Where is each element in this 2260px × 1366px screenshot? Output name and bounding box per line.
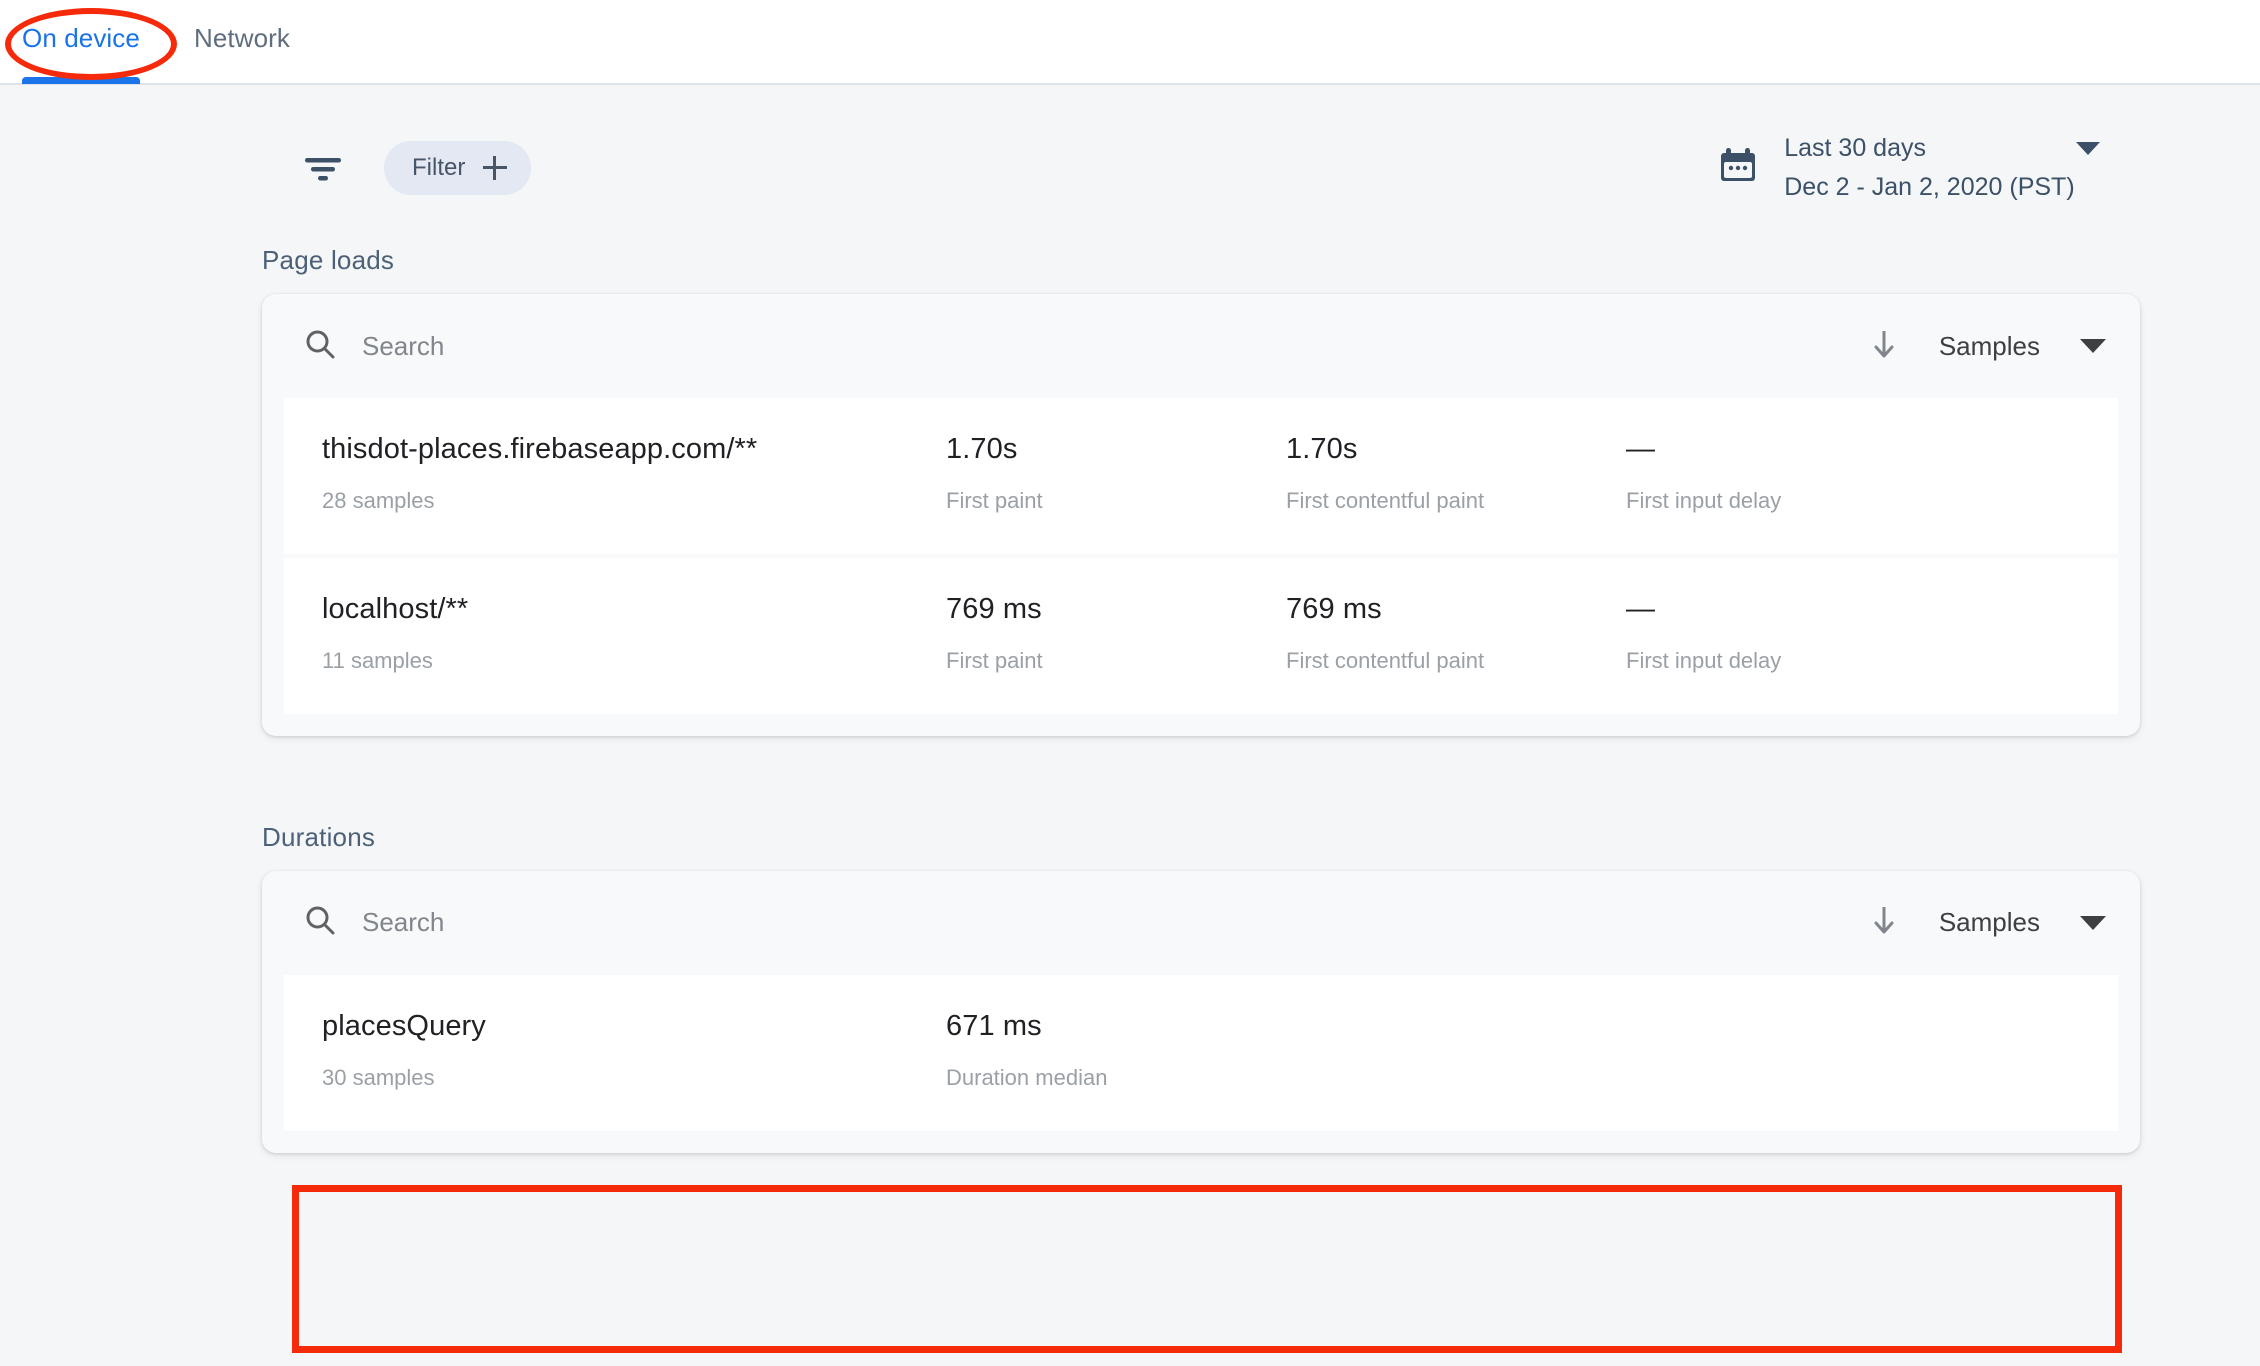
tab-on-device-label: On device bbox=[22, 23, 140, 53]
row-metric-duration-median: 671 ms Duration median bbox=[946, 1009, 1286, 1091]
toolbar-left-group: Filter bbox=[300, 141, 532, 195]
row-samples: 11 samples bbox=[322, 647, 433, 673]
plus-icon bbox=[483, 156, 508, 180]
durations-card: Samples placesQuery 30 samples 671 ms Du… bbox=[262, 870, 2140, 1153]
tab-network[interactable]: Network bbox=[162, 0, 312, 84]
durations-search[interactable] bbox=[302, 902, 1869, 943]
durations-card-header: Samples bbox=[262, 871, 2140, 975]
row-metric-first-paint: 769 ms First paint bbox=[946, 592, 1286, 674]
metric-label: First paint bbox=[946, 487, 1043, 513]
table-row[interactable]: placesQuery 30 samples 671 ms Duration m… bbox=[284, 974, 2118, 1131]
arrow-down-icon[interactable] bbox=[1869, 326, 1899, 367]
caret-down-icon[interactable] bbox=[2080, 915, 2106, 930]
row-metric-first-input-delay: — First input delay bbox=[1626, 592, 1966, 674]
metric-label: First input delay bbox=[1626, 487, 1782, 513]
calendar-icon bbox=[1716, 144, 1760, 193]
row-samples: 30 samples bbox=[322, 1064, 435, 1090]
row-metric-first-contentful-paint: 1.70s First contentful paint bbox=[1286, 433, 1626, 514]
page-loads-sort-control[interactable]: Samples bbox=[1869, 326, 2106, 367]
filter-chip-label: Filter bbox=[412, 154, 466, 181]
table-row[interactable]: thisdot-places.firebaseapp.com/** 28 sam… bbox=[284, 398, 2118, 554]
durations-sort-label: Samples bbox=[1938, 907, 2040, 938]
active-tab-indicator bbox=[22, 77, 140, 84]
section-title-durations: Durations bbox=[262, 821, 376, 852]
page-loads-rows: thisdot-places.firebaseapp.com/** 28 sam… bbox=[262, 398, 2140, 714]
row-name-cell: localhost/** 11 samples bbox=[284, 592, 946, 674]
row-name: thisdot-places.firebaseapp.com/** bbox=[322, 433, 758, 465]
metric-label: First paint bbox=[946, 647, 1043, 673]
annotation-rect-places-query bbox=[292, 1185, 2122, 1353]
row-name-cell: placesQuery 30 samples bbox=[284, 1009, 946, 1091]
chevron-down-icon[interactable] bbox=[2076, 142, 2100, 155]
tab-bar: On device Network bbox=[0, 0, 2260, 85]
search-icon bbox=[302, 326, 338, 367]
page-loads-sort-label: Samples bbox=[1938, 330, 2040, 361]
metric-value: 671 ms bbox=[946, 1009, 1042, 1042]
metric-label: First contentful paint bbox=[1286, 487, 1485, 513]
add-filter-chip[interactable]: Filter bbox=[384, 141, 532, 195]
row-name-cell: thisdot-places.firebaseapp.com/** 28 sam… bbox=[284, 433, 946, 514]
metric-value: 769 ms bbox=[1286, 592, 1382, 625]
metric-value: 1.70s bbox=[1286, 433, 1358, 465]
date-range-value: Dec 2 - Jan 2, 2020 (PST) bbox=[1784, 173, 2075, 201]
toolbar: Filter Last 30 days Dec 2 - Jan 2, 2020 … bbox=[0, 113, 2260, 223]
tab-on-device[interactable]: On device bbox=[22, 0, 162, 84]
date-range-label: Last 30 days bbox=[1784, 134, 1926, 162]
durations-search-input[interactable] bbox=[362, 907, 962, 939]
main-content: Filter Last 30 days Dec 2 - Jan 2, 2020 … bbox=[0, 113, 2260, 1353]
row-metric-first-contentful-paint: 769 ms First contentful paint bbox=[1286, 592, 1626, 674]
metric-label: First contentful paint bbox=[1286, 647, 1485, 673]
metric-label: Duration median bbox=[946, 1064, 1108, 1090]
caret-down-icon[interactable] bbox=[2080, 339, 2106, 353]
row-name: placesQuery bbox=[322, 1009, 486, 1042]
metric-value: — bbox=[1626, 433, 1656, 465]
table-row[interactable]: localhost/** 11 samples 769 ms First pai… bbox=[284, 557, 2118, 714]
metric-label: First input delay bbox=[1626, 647, 1782, 673]
page-loads-search-input[interactable] bbox=[362, 330, 962, 362]
search-icon bbox=[302, 902, 338, 943]
arrow-down-icon[interactable] bbox=[1869, 902, 1899, 943]
durations-sort-control[interactable]: Samples bbox=[1869, 902, 2106, 943]
row-metric-first-input-delay: — First input delay bbox=[1626, 433, 1966, 514]
row-name: localhost/** bbox=[322, 592, 469, 625]
durations-rows: placesQuery 30 samples 671 ms Duration m… bbox=[262, 974, 2140, 1131]
metric-value: 1.70s bbox=[946, 433, 1018, 465]
page-loads-card: Samples thisdot-places.firebaseapp.com/*… bbox=[262, 294, 2140, 736]
date-range-texts: Last 30 days Dec 2 - Jan 2, 2020 (PST) bbox=[1784, 134, 2100, 202]
metric-value: 769 ms bbox=[946, 592, 1042, 625]
filter-lines-icon[interactable] bbox=[300, 145, 346, 191]
tab-network-label: Network bbox=[193, 23, 291, 53]
row-samples: 28 samples bbox=[322, 487, 435, 513]
row-metric-first-paint: 1.70s First paint bbox=[946, 433, 1286, 514]
page-loads-card-header: Samples bbox=[262, 294, 2140, 398]
date-range-picker[interactable]: Last 30 days Dec 2 - Jan 2, 2020 (PST) bbox=[1716, 134, 2100, 202]
metric-value: — bbox=[1626, 592, 1656, 625]
section-title-page-loads: Page loads bbox=[262, 245, 395, 275]
date-range-label-row: Last 30 days bbox=[1784, 134, 2100, 163]
page-loads-search[interactable] bbox=[302, 326, 1869, 367]
